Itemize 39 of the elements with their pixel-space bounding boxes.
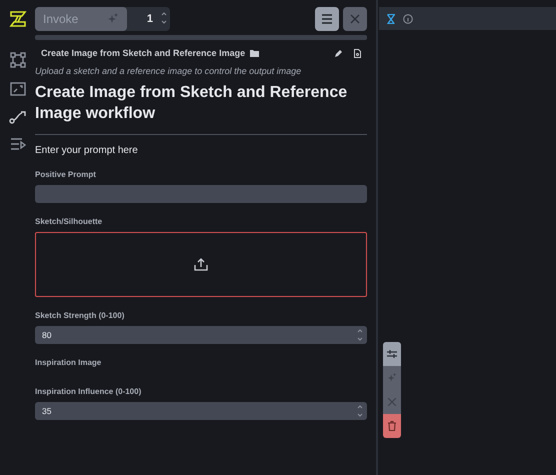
menu-button[interactable] xyxy=(315,7,339,31)
section-heading: Enter your prompt here xyxy=(35,145,139,156)
queue-tab[interactable] xyxy=(387,14,395,24)
field-label: Inspiration Image xyxy=(35,358,102,367)
number-field[interactable]: 35 xyxy=(35,402,367,420)
image-dropzone[interactable] xyxy=(35,232,367,297)
trash-icon xyxy=(388,421,396,431)
workflow-description: Upload a sketch and a reference image to control the output image xyxy=(35,66,302,76)
nodes-icon[interactable] xyxy=(10,52,26,68)
close-icon xyxy=(350,14,360,24)
spinner-icon[interactable] xyxy=(357,404,363,418)
workflow-name: Create Image from Sketch and Reference Image xyxy=(41,48,246,58)
number-field[interactable]: 80 xyxy=(35,326,367,344)
queue-icon[interactable] xyxy=(10,138,26,150)
hourglass-icon xyxy=(387,14,395,24)
workflow-icon[interactable] xyxy=(8,110,26,124)
sparkle-icon xyxy=(107,13,119,25)
info-tab[interactable] xyxy=(403,14,413,24)
info-icon xyxy=(403,14,413,24)
canvas-icon[interactable] xyxy=(10,82,26,96)
document-icon[interactable] xyxy=(354,48,361,58)
field-label: Sketch Strength (0-100) xyxy=(35,311,126,320)
logo-icon[interactable] xyxy=(8,10,26,28)
close-icon xyxy=(388,398,396,406)
delete-button[interactable] xyxy=(383,414,401,438)
workflow-title: Create Image from Sketch and Reference Image workflow xyxy=(35,83,348,124)
text-field[interactable] xyxy=(35,185,367,203)
field-label: Sketch/Silhouette xyxy=(35,217,104,226)
field-label: Inspiration Influence (0-100) xyxy=(35,387,142,396)
upload-icon xyxy=(194,258,208,271)
menu-icon xyxy=(321,14,333,24)
sliders-icon xyxy=(387,349,397,359)
field-label: Positive Prompt xyxy=(35,170,97,179)
folder-icon xyxy=(250,50,260,56)
spinner-icon[interactable] xyxy=(161,10,167,24)
settings-button[interactable] xyxy=(383,342,401,366)
spinner-icon[interactable] xyxy=(357,328,363,342)
pencil-icon[interactable] xyxy=(335,49,343,57)
sparkle-icon xyxy=(387,373,397,383)
